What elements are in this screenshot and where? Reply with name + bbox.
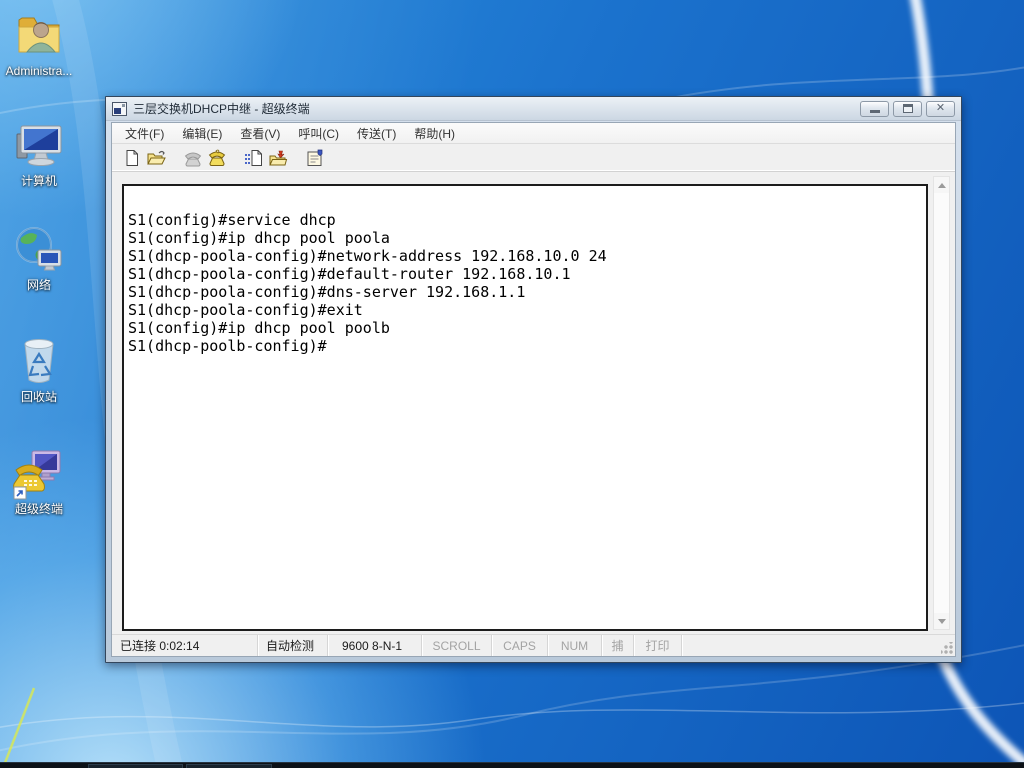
- hyperterminal-icon: [13, 450, 61, 500]
- desktop-icon-label: 计算机: [20, 174, 57, 188]
- recycle-bin-icon: [24, 339, 54, 383]
- desktop-icon-computer[interactable]: 计算机: [1, 120, 77, 188]
- resize-grip[interactable]: [941, 642, 953, 654]
- receive-file-button[interactable]: [266, 146, 290, 170]
- status-bar: 已连接 0:02:14 自动检测 9600 8-N-1 SCROLL CAPS …: [112, 634, 955, 656]
- status-scroll: SCROLL: [422, 635, 492, 656]
- desktop-icon-label: Administra...: [5, 64, 73, 78]
- taskbar-button[interactable]: [186, 764, 272, 768]
- open-folder-icon: [147, 150, 166, 164]
- minimize-icon: [869, 110, 880, 113]
- menu-bar: 文件(F) 编辑(E) 查看(V) 呼叫(C) 传送(T) 帮助(H): [112, 123, 955, 144]
- terminal-line: S1(dhcp-poola-config)#default-router 192…: [128, 265, 571, 283]
- menu-help[interactable]: 帮助(H): [405, 123, 464, 144]
- desktop-icon-label: 网络: [26, 278, 51, 292]
- terminal-line: S1(dhcp-poola-config)#exit: [128, 301, 363, 319]
- terminal-line: S1(config)#ip dhcp pool poola: [128, 229, 390, 247]
- terminal-client-area: S1(config)#service dhcp S1(config)#ip dh…: [112, 172, 955, 634]
- desktop-icon-recycle-bin[interactable]: 回收站: [1, 334, 77, 404]
- call-button[interactable]: [205, 146, 229, 170]
- properties-icon: [307, 149, 323, 166]
- terminal-line: S1(dhcp-poolb-config)#: [128, 337, 327, 355]
- network-globe-icon: [16, 227, 62, 271]
- send-file-icon: [245, 149, 262, 166]
- menu-file[interactable]: 文件(F): [116, 123, 173, 144]
- call-phone-icon: [208, 149, 226, 166]
- status-capture: 捕: [602, 635, 634, 656]
- send-file-button[interactable]: [242, 146, 266, 170]
- administrator-folder-icon: [18, 17, 60, 53]
- vertical-scrollbar[interactable]: [933, 176, 950, 630]
- receive-file-icon: [269, 150, 288, 165]
- status-connected: 已连接 0:02:14: [112, 635, 258, 656]
- disconnect-button[interactable]: [181, 146, 205, 170]
- menu-transfer[interactable]: 传送(T): [348, 123, 405, 144]
- maximize-icon: [902, 104, 913, 113]
- desktop-icon-label: 回收站: [20, 390, 57, 404]
- menu-view[interactable]: 查看(V): [231, 123, 289, 144]
- desktop-icon-network[interactable]: 网络: [1, 224, 77, 292]
- hyperterminal-window: 三层交换机DHCP中继 - 超级终端 ✕ 文件(F) 编辑(E) 查看(V) 呼…: [105, 96, 962, 663]
- window-title: 三层交换机DHCP中继 - 超级终端: [133, 102, 310, 116]
- taskbar[interactable]: [0, 762, 1024, 768]
- desktop-icon-hyperterminal[interactable]: 超级终端: [1, 446, 77, 516]
- menu-call[interactable]: 呼叫(C): [289, 123, 348, 144]
- menu-edit[interactable]: 编辑(E): [173, 123, 231, 144]
- status-emulation: 自动检测: [258, 635, 328, 656]
- toolbar: [112, 144, 955, 172]
- status-baud: 9600 8-N-1: [328, 635, 422, 656]
- terminal-screen[interactable]: S1(config)#service dhcp S1(config)#ip dh…: [122, 184, 928, 631]
- scroll-down-button[interactable]: [934, 613, 949, 629]
- taskbar-button[interactable]: [88, 764, 183, 768]
- window-app-icon: [112, 101, 127, 116]
- status-caps: CAPS: [492, 635, 548, 656]
- terminal-line: S1(dhcp-poola-config)#network-address 19…: [128, 247, 607, 265]
- new-document-icon: [126, 149, 138, 166]
- terminal-line: S1(dhcp-poola-config)#dns-server 192.168…: [128, 283, 526, 301]
- scroll-up-button[interactable]: [934, 177, 949, 193]
- desktop-icon-administrator[interactable]: Administra...: [1, 8, 77, 78]
- terminal-line: S1(config)#ip dhcp pool poolb: [128, 319, 390, 337]
- properties-button[interactable]: [303, 146, 327, 170]
- minimize-button[interactable]: [860, 100, 889, 117]
- title-bar[interactable]: 三层交换机DHCP中继 - 超级终端 ✕: [106, 97, 961, 121]
- computer-icon: [16, 125, 62, 166]
- maximize-button[interactable]: [893, 100, 922, 117]
- close-button[interactable]: ✕: [926, 100, 955, 117]
- close-icon: ✕: [935, 102, 946, 114]
- terminal-line: S1(config)#service dhcp: [128, 211, 336, 229]
- arrow-down-icon: [937, 618, 946, 624]
- open-connection-button[interactable]: [144, 146, 168, 170]
- disconnect-phone-icon: [184, 152, 202, 166]
- arrow-up-icon: [937, 182, 946, 188]
- desktop-icon-label: 超级终端: [14, 502, 63, 516]
- new-connection-button[interactable]: [120, 146, 144, 170]
- status-num: NUM: [548, 635, 602, 656]
- status-print: 打印: [634, 635, 682, 656]
